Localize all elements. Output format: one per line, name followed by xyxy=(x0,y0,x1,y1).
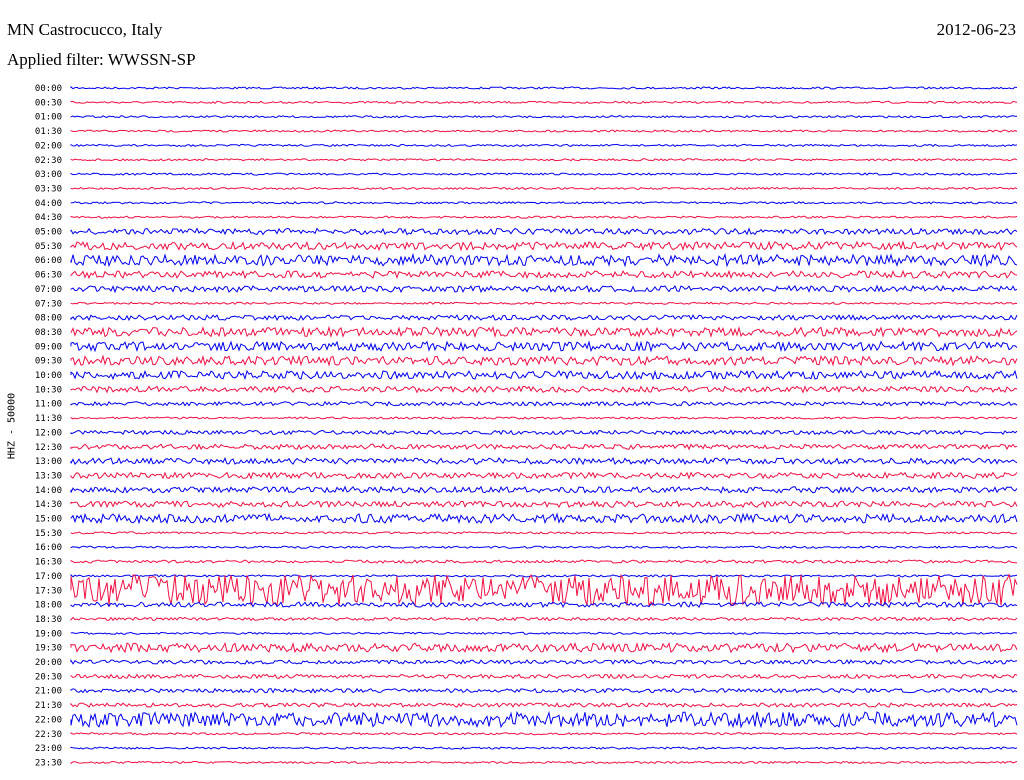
trace-row xyxy=(70,240,1018,252)
trace-row xyxy=(70,252,1018,268)
trace-row xyxy=(70,760,1018,765)
trace-row xyxy=(70,354,1018,367)
trace-row xyxy=(70,429,1018,436)
trace-row xyxy=(70,500,1018,509)
time-tick-label: 08:00 xyxy=(35,314,62,324)
trace-row xyxy=(70,687,1018,694)
trace-row xyxy=(70,129,1018,133)
time-tick-label: 06:30 xyxy=(35,271,62,281)
time-tick-label: 07:00 xyxy=(35,285,62,295)
time-tick-label: 16:30 xyxy=(35,558,62,568)
trace-row xyxy=(70,545,1018,549)
trace-row xyxy=(70,158,1018,162)
trace-row xyxy=(70,631,1018,635)
trace-row xyxy=(70,573,1018,608)
trace-row xyxy=(70,559,1018,564)
trace-row xyxy=(70,385,1018,394)
time-tick-label: 20:00 xyxy=(35,658,62,668)
trace-row xyxy=(70,416,1018,420)
time-tick-label: 15:30 xyxy=(35,529,62,539)
time-tick-label: 21:30 xyxy=(35,701,62,711)
time-tick-label: 06:00 xyxy=(35,256,62,266)
time-tick-label: 21:00 xyxy=(35,687,62,697)
trace-row xyxy=(70,485,1018,494)
trace-row xyxy=(70,710,1018,729)
time-tick-label: 02:00 xyxy=(35,141,62,151)
time-tick-label: 08:30 xyxy=(35,328,62,338)
trace-row xyxy=(70,531,1018,535)
time-tick-label: 00:00 xyxy=(35,84,62,94)
time-tick-label: 22:00 xyxy=(35,715,62,725)
time-tick-label: 12:00 xyxy=(35,428,62,438)
time-tick-label: 04:30 xyxy=(35,213,62,223)
trace-row xyxy=(70,314,1018,322)
time-tick-label: 01:00 xyxy=(35,113,62,123)
trace-row xyxy=(70,201,1018,205)
time-tick-label: 11:00 xyxy=(35,400,62,410)
time-tick-label: 14:00 xyxy=(35,486,62,496)
trace-row xyxy=(70,600,1018,609)
time-tick-label: 18:00 xyxy=(35,601,62,611)
seismogram-plot: 00:00 00:30 01:00 01:30 02:00 02:30 03:00 03:30… xyxy=(35,84,1018,768)
trace-row xyxy=(70,215,1018,219)
trace-row xyxy=(70,400,1018,407)
time-tick-label: 13:00 xyxy=(35,457,62,467)
time-tick-label: 14:30 xyxy=(35,500,62,510)
time-tick-label: 10:30 xyxy=(35,385,62,395)
trace-row xyxy=(70,284,1018,294)
time-tick-label: 04:00 xyxy=(35,199,62,209)
trace-row xyxy=(70,227,1018,236)
trace-row xyxy=(70,143,1018,148)
trace-row xyxy=(70,673,1018,680)
trace-row xyxy=(70,301,1018,305)
time-tick-label: 19:30 xyxy=(35,644,62,654)
time-tick-label: 22:30 xyxy=(35,730,62,740)
time-tick-label: 20:30 xyxy=(35,672,62,682)
time-tick-label: 11:30 xyxy=(35,414,62,424)
time-tick-label: 17:00 xyxy=(35,572,62,582)
time-tick-label: 23:00 xyxy=(35,744,62,754)
time-tick-label: 10:00 xyxy=(35,371,62,381)
trace-row xyxy=(70,115,1017,119)
trace-row xyxy=(70,172,1018,176)
time-tick-label: 05:30 xyxy=(35,242,62,252)
trace-row xyxy=(70,616,1018,622)
trace-row xyxy=(70,325,1018,339)
time-tick-label: 09:00 xyxy=(35,342,62,352)
time-tick-label: 02:30 xyxy=(35,156,62,166)
time-tick-label: 19:00 xyxy=(35,629,62,639)
time-tick-label: 16:00 xyxy=(35,543,62,553)
time-tick-label: 00:30 xyxy=(35,98,62,108)
time-tick-label: 09:30 xyxy=(35,357,62,367)
trace-row xyxy=(70,641,1018,654)
trace-row xyxy=(70,746,1018,750)
time-tick-label: 03:30 xyxy=(35,184,62,194)
trace-row xyxy=(70,471,1018,480)
time-tick-label: 05:00 xyxy=(35,228,62,238)
trace-row xyxy=(70,443,1018,451)
trace-row xyxy=(70,702,1018,708)
time-tick-label: 07:30 xyxy=(35,299,62,309)
time-tick-label: 12:30 xyxy=(35,443,62,453)
time-tick-label: 01:30 xyxy=(35,127,62,137)
trace-row xyxy=(70,512,1018,525)
time-tick-label: 17:30 xyxy=(35,586,62,596)
trace-row xyxy=(70,100,1018,104)
trace-row xyxy=(70,573,1018,578)
trace-row xyxy=(70,269,1018,280)
trace-row xyxy=(70,456,1018,466)
time-tick-label: 13:30 xyxy=(35,471,62,481)
trace-row xyxy=(70,732,1018,736)
time-tick-label: 18:30 xyxy=(35,615,62,625)
trace-row xyxy=(70,658,1018,665)
time-tick-label: 23:30 xyxy=(35,758,62,768)
trace-row xyxy=(70,369,1018,381)
time-tick-label: 03:00 xyxy=(35,170,62,180)
time-tick-label: 15:00 xyxy=(35,515,62,525)
trace-row xyxy=(70,85,1018,90)
trace-row xyxy=(70,186,1018,191)
trace-row xyxy=(70,340,1018,353)
